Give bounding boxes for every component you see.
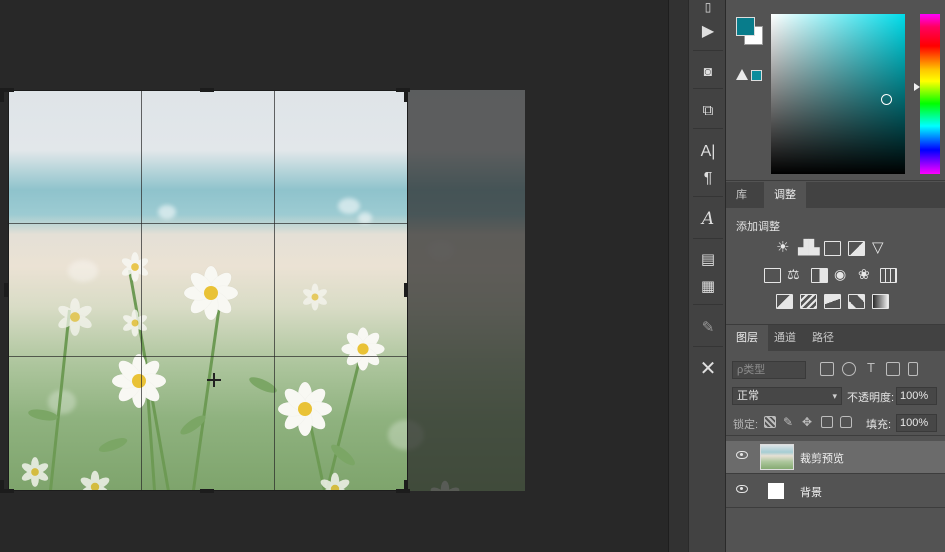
visibility-eye-icon[interactable] bbox=[736, 451, 748, 459]
color-lookup-icon[interactable] bbox=[880, 268, 897, 283]
notes-icon[interactable]: ▤ bbox=[689, 246, 727, 272]
adjustments-panel: 库 调整 添加调整 ☀ ▟▙ ▽ ⚖ ◉ ❀ bbox=[726, 182, 945, 324]
color-panel bbox=[726, 0, 945, 181]
crop-handle-right-mid[interactable] bbox=[404, 283, 408, 297]
swatches-icon[interactable]: ◙ bbox=[689, 58, 727, 84]
crop-handle-bottom-right-v[interactable] bbox=[404, 480, 408, 493]
tools-icon[interactable]: ✕ bbox=[689, 355, 727, 381]
layers-tabbar: 图层 通道 路径 bbox=[726, 325, 945, 351]
adjustments-tabbar: 库 调整 bbox=[726, 182, 945, 208]
color-balance-icon[interactable]: ⚖ bbox=[787, 267, 800, 282]
photo-filter-icon[interactable]: ◉ bbox=[834, 267, 846, 282]
filter-type-icon[interactable]: T bbox=[864, 361, 878, 376]
adjustments-title: 添加调整 bbox=[736, 221, 780, 233]
right-panels: 库 调整 添加调整 ☀ ▟▙ ▽ ⚖ ◉ ❀ 图层 通道 路径 ρ类型 T 正常… bbox=[726, 0, 945, 552]
crop-shield-overlay bbox=[408, 90, 525, 491]
layer-filter-type-select[interactable]: ρ类型 bbox=[732, 361, 806, 379]
crop-handle-left-mid[interactable] bbox=[4, 283, 8, 297]
brightness-icon[interactable]: ☀ bbox=[776, 240, 789, 255]
filter-adjustment-icon[interactable] bbox=[842, 362, 856, 376]
crop-handle-top-mid[interactable] bbox=[200, 88, 214, 92]
lock-all-icon[interactable] bbox=[840, 416, 852, 428]
threshold-icon[interactable] bbox=[824, 294, 841, 309]
color-picker-ring[interactable] bbox=[881, 94, 892, 105]
paragraph-icon[interactable]: ¶ bbox=[689, 166, 727, 192]
hue-slider[interactable] bbox=[920, 14, 940, 174]
channel-mixer-icon[interactable]: ❀ bbox=[858, 267, 870, 282]
selective-color-icon[interactable] bbox=[848, 294, 865, 309]
blend-mode-select[interactable]: 正常 ▾ bbox=[732, 387, 842, 405]
filter-pixel-icon[interactable] bbox=[820, 362, 834, 376]
tab-layers[interactable]: 图层 bbox=[726, 325, 768, 351]
crop-grid-overlay[interactable] bbox=[8, 90, 408, 491]
layer-name: 背景 bbox=[800, 487, 822, 499]
lock-artboard-icon[interactable] bbox=[821, 416, 833, 428]
tab-channels[interactable]: 通道 bbox=[764, 325, 806, 351]
tab-adjustments[interactable]: 调整 bbox=[764, 182, 806, 208]
opacity-input[interactable]: 100% bbox=[896, 387, 937, 405]
crop-handle-top-left-v[interactable] bbox=[0, 88, 4, 102]
fill-label: 填充: bbox=[866, 419, 892, 431]
black-white-icon[interactable] bbox=[811, 268, 828, 283]
hue-sat-icon[interactable] bbox=[764, 268, 781, 283]
tab-paths[interactable]: 路径 bbox=[802, 325, 844, 351]
gradient-map-icon[interactable] bbox=[872, 294, 889, 309]
exposure-icon[interactable] bbox=[848, 241, 865, 256]
crop-handle-bottom-left-v[interactable] bbox=[0, 480, 4, 493]
document-canvas[interactable] bbox=[0, 0, 668, 552]
lock-icons: ✎ ✥ bbox=[764, 416, 852, 428]
chevron-down-icon: ▾ bbox=[832, 391, 837, 401]
layer-name: 裁剪预览 bbox=[800, 453, 844, 465]
tools-panel-edge bbox=[668, 0, 688, 552]
glyphs-icon[interactable]: A bbox=[689, 206, 727, 232]
fill-input[interactable]: 100% bbox=[896, 414, 937, 432]
crop-handle-bottom-mid[interactable] bbox=[200, 489, 214, 493]
layer-thumbnail bbox=[768, 483, 784, 499]
tab-libraries[interactable]: 库 bbox=[726, 182, 757, 208]
foreground-color-swatch[interactable] bbox=[736, 17, 755, 36]
invert-icon[interactable] bbox=[776, 294, 793, 309]
character-icon[interactable]: A| bbox=[689, 139, 727, 165]
vibrance-icon[interactable]: ▽ bbox=[872, 240, 884, 255]
lock-label: 锁定: bbox=[733, 419, 759, 431]
brush-settings-icon[interactable]: ✎ bbox=[689, 314, 727, 340]
layer-row-background[interactable]: 背景 bbox=[726, 475, 945, 507]
crop-handle-top-right-v[interactable] bbox=[404, 88, 408, 102]
curves-icon[interactable] bbox=[824, 241, 841, 256]
levels-icon[interactable]: ▟▙ bbox=[798, 240, 820, 255]
layer-filter-icons: T bbox=[820, 361, 918, 376]
page-icon[interactable]: ▦ bbox=[689, 273, 727, 299]
lock-image-icon[interactable]: ✎ bbox=[783, 416, 795, 428]
info-icon[interactable]: ▯ bbox=[689, 0, 727, 20]
lock-position-icon[interactable]: ✥ bbox=[802, 416, 814, 428]
layers-panel: 图层 通道 路径 ρ类型 T 正常 ▾ 不透明度: 100% 锁定: ✎ ✥ 填… bbox=[726, 324, 945, 552]
crop-cursor-icon bbox=[207, 373, 221, 387]
gamut-warning-swatch[interactable] bbox=[751, 70, 762, 81]
gamut-warning-icon bbox=[736, 69, 748, 80]
posterize-icon[interactable] bbox=[800, 294, 817, 309]
visibility-eye-icon[interactable] bbox=[736, 485, 748, 493]
panel-icon-column: ▯ ▶ ◙ ⧉ A| ¶ A ▤ ▦ ✎ ✕ bbox=[688, 0, 726, 552]
filter-smart-object-icon[interactable] bbox=[908, 362, 918, 376]
filter-shape-icon[interactable] bbox=[886, 362, 900, 376]
play-icon[interactable]: ▶ bbox=[689, 18, 727, 44]
blend-mode-value: 正常 bbox=[737, 390, 759, 402]
transform-icon[interactable]: ⧉ bbox=[689, 97, 727, 123]
layer-thumbnail bbox=[760, 444, 794, 470]
layer-row-crop-preview[interactable]: 裁剪预览 bbox=[726, 441, 945, 473]
lock-transparent-icon[interactable] bbox=[764, 416, 776, 428]
opacity-label: 不透明度: bbox=[847, 392, 895, 404]
